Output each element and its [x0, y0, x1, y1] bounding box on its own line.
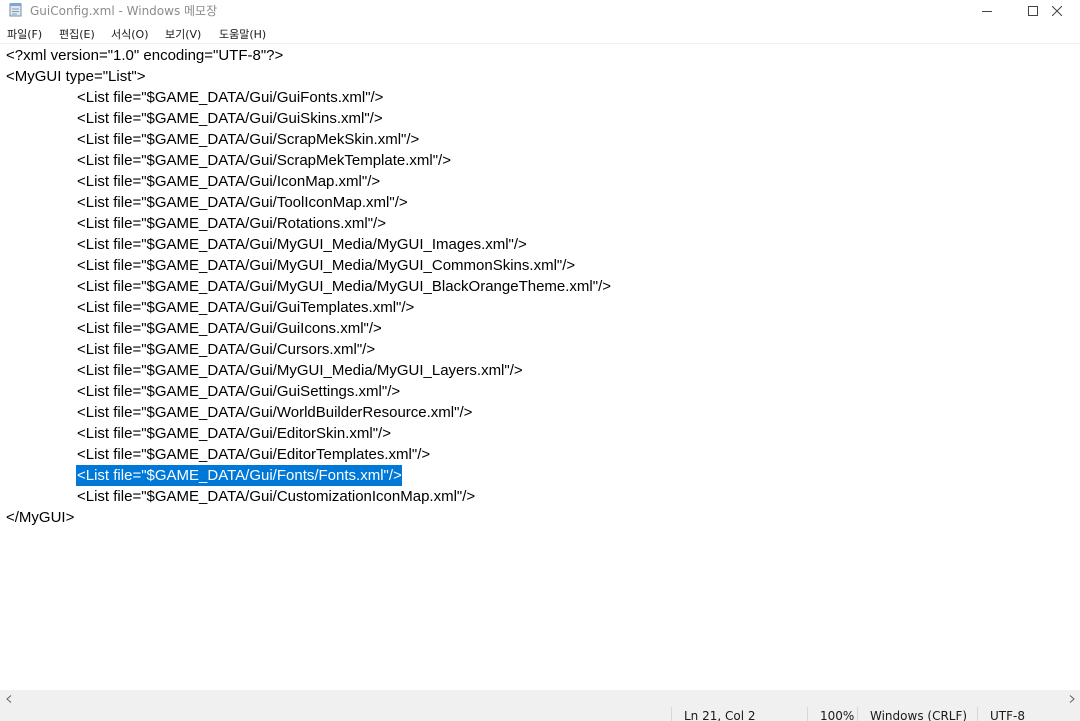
text-line: <List file="$GAME_DATA/Gui/ScrapMekTempl…	[77, 152, 451, 169]
notepad-icon	[9, 3, 22, 17]
text-line: <MyGUI type="List">	[6, 68, 146, 85]
close-icon	[1052, 5, 1062, 16]
text-line: <List file="$GAME_DATA/Gui/ToolIconMap.x…	[77, 194, 408, 211]
text-line: <List file="$GAME_DATA/Gui/GuiSettings.x…	[77, 383, 401, 400]
text-line: <List file="$GAME_DATA/Gui/MyGUI_Media/M…	[77, 278, 612, 295]
title-bar[interactable]: GuiConfig.xml - Windows 메모장	[0, 0, 1080, 21]
window-title: GuiConfig.xml - Windows 메모장	[30, 4, 218, 18]
text-line: </MyGUI>	[6, 509, 75, 526]
menu-help[interactable]: 도움말(H)	[219, 26, 266, 42]
encoding: UTF-8	[977, 707, 1080, 721]
menu-bar: 파일(F) 편집(E) 서식(O) 보기(V) 도움말(H)	[0, 22, 1080, 44]
text-line: <?xml version="1.0" encoding="UTF-8"?>	[6, 47, 284, 64]
menu-format[interactable]: 서식(O)	[111, 26, 148, 42]
close-button[interactable]	[1034, 0, 1080, 21]
horizontal-scrollbar[interactable]	[0, 690, 1080, 707]
chevron-left-icon	[5, 694, 11, 703]
line-ending: Windows (CRLF)	[857, 707, 978, 721]
selected-text-line: <List file="$GAME_DATA/Gui/Fonts/Fonts.x…	[76, 465, 402, 486]
text-line: <List file="$GAME_DATA/Gui/GuiFonts.xml"…	[77, 89, 384, 106]
zoom-level: 100%	[807, 707, 858, 721]
scroll-left-button[interactable]	[0, 690, 17, 707]
menu-file[interactable]: 파일(F)	[7, 26, 42, 42]
text-line: <List file="$GAME_DATA/Gui/EditorTemplat…	[77, 446, 431, 463]
text-line: <List file="$GAME_DATA/Gui/GuiTemplates.…	[77, 299, 415, 316]
cursor-position: Ln 21, Col 2	[671, 707, 808, 721]
status-bar: Ln 21, Col 2 100% Windows (CRLF) UTF-8	[0, 707, 1080, 721]
text-line: <List file="$GAME_DATA/Gui/ScrapMekSkin.…	[77, 131, 420, 148]
text-line: <List file="$GAME_DATA/Gui/EditorSkin.xm…	[77, 425, 391, 442]
text-line: <List file="$GAME_DATA/Gui/Cursors.xml"/…	[77, 341, 376, 358]
minimize-icon	[982, 10, 992, 12]
text-line: <List file="$GAME_DATA/Gui/Customization…	[77, 488, 476, 505]
text-line: <List file="$GAME_DATA/Gui/IconMap.xml"/…	[77, 173, 381, 190]
text-line: <List file="$GAME_DATA/Gui/MyGUI_Media/M…	[77, 362, 523, 379]
text-line: <List file="$GAME_DATA/Gui/Rotations.xml…	[77, 215, 386, 232]
text-line: <List file="$GAME_DATA/Gui/MyGUI_Media/M…	[77, 236, 527, 253]
chevron-right-icon	[1069, 694, 1075, 703]
text-editor[interactable]: <?xml version="1.0" encoding="UTF-8"?> <…	[0, 44, 1080, 690]
menu-edit[interactable]: 편집(E)	[59, 26, 95, 42]
menu-view[interactable]: 보기(V)	[165, 26, 201, 42]
text-line: <List file="$GAME_DATA/Gui/MyGUI_Media/M…	[77, 257, 576, 274]
text-line: <List file="$GAME_DATA/Gui/GuiSkins.xml"…	[77, 110, 383, 127]
minimize-button[interactable]	[964, 0, 1010, 21]
text-line: <List file="$GAME_DATA/Gui/WorldBuilderR…	[77, 404, 473, 421]
text-line: <List file="$GAME_DATA/Gui/GuiIcons.xml"…	[77, 320, 382, 337]
scroll-right-button[interactable]	[1063, 690, 1080, 707]
